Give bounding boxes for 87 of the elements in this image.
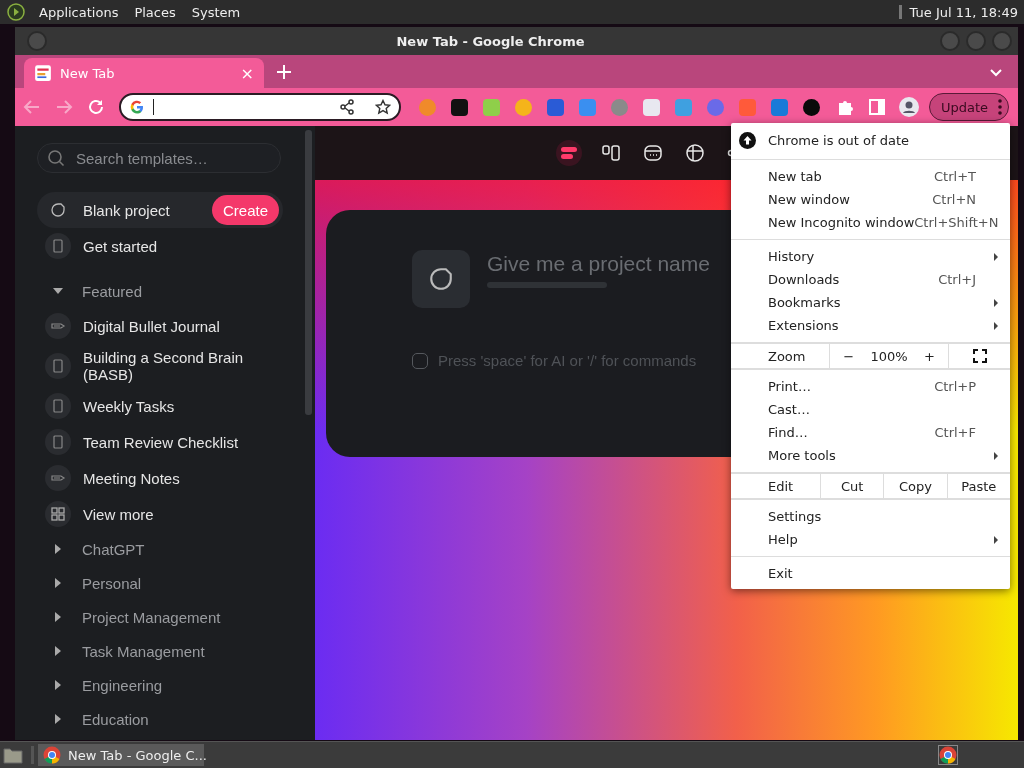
window-title: New Tab - Google Chrome	[395, 33, 586, 49]
share-icon[interactable]	[339, 99, 355, 115]
template-item[interactable]: Weekly Tasks	[37, 388, 283, 424]
section-header[interactable]: Task Management	[37, 634, 283, 668]
sidebar-icon[interactable]	[867, 97, 887, 117]
menu-label: Edit	[767, 477, 795, 496]
zoom-in-button[interactable]: +	[910, 348, 948, 364]
section-header[interactable]: Personal	[37, 566, 283, 600]
menu-item[interactable]: Exit	[731, 562, 1010, 585]
menu-item[interactable]: Cast…	[731, 398, 1010, 421]
calendar-view-icon[interactable]	[643, 143, 663, 163]
extension-icon[interactable]	[451, 98, 468, 116]
section-header[interactable]: Featured	[37, 274, 283, 308]
section-header[interactable]: Project Management	[37, 600, 283, 634]
minimize-button[interactable]	[940, 31, 960, 51]
search-icon	[47, 149, 65, 167]
checkbox[interactable]	[412, 352, 428, 369]
edit-action-button[interactable]: Cut	[820, 474, 884, 498]
upgrade-icon	[739, 131, 756, 149]
table-view-icon[interactable]	[685, 143, 705, 163]
star-icon[interactable]	[375, 99, 391, 115]
icon-picker[interactable]	[412, 250, 470, 308]
extension-icon[interactable]	[803, 98, 820, 116]
taskbar-button[interactable]: New Tab - Google C...	[38, 744, 204, 766]
scrollbar[interactable]	[305, 130, 312, 415]
menu-item[interactable]: Extensions	[731, 314, 1010, 337]
section-header[interactable]: Education	[37, 702, 283, 736]
address-bar[interactable]	[119, 93, 401, 121]
menu-item[interactable]: New Incognito windowCtrl+Shift+N	[731, 211, 1010, 234]
folder-icon[interactable]	[3, 746, 23, 764]
tray-handle	[898, 5, 902, 19]
template-item[interactable]: Building a Second Brain (BASB)	[37, 344, 283, 388]
template-item[interactable]: View more	[37, 496, 283, 532]
document-icon	[50, 358, 66, 374]
clock[interactable]: Tue Jul 11, 18:49	[905, 4, 1024, 20]
text-cursor	[153, 99, 154, 115]
close-button[interactable]	[992, 31, 1012, 51]
page-icon	[34, 64, 52, 82]
maximize-button[interactable]	[966, 31, 986, 51]
zoom-out-button[interactable]: −	[830, 348, 868, 364]
menu-item[interactable]: Print… Ctrl+P	[731, 375, 1010, 398]
menu-item[interactable]: Settings	[731, 505, 1010, 528]
zoom-level: 100%	[869, 348, 909, 364]
chrome-icon[interactable]	[939, 746, 957, 764]
panel-menu[interactable]: System	[183, 4, 249, 20]
section-header[interactable]: Engineering	[37, 668, 283, 702]
menu-label: Zoom	[731, 344, 830, 368]
template-item[interactable]: Meeting Notes	[37, 460, 283, 496]
note-icon	[50, 202, 66, 218]
section-header[interactable]: ChatGPT	[37, 532, 283, 566]
template-item[interactable]: Team Review Checklist	[37, 424, 283, 460]
google-icon	[129, 99, 145, 115]
menu-item[interactable]: New window Ctrl+N	[731, 188, 1010, 211]
template-item[interactable]: Get started	[37, 228, 283, 264]
menu-item[interactable]: Chrome is out of date	[731, 126, 1010, 154]
reload-icon[interactable]	[87, 98, 105, 116]
search-field[interactable]: Search templates…	[37, 143, 281, 173]
board-view-icon[interactable]	[601, 143, 621, 163]
note-icon	[428, 266, 454, 292]
template-item[interactable]: Blank project Create	[37, 192, 283, 228]
update-button[interactable]: Update	[929, 93, 1010, 121]
back-icon[interactable]	[23, 98, 41, 116]
more-icon	[998, 99, 1003, 115]
menu-item[interactable]: Help	[731, 528, 1010, 551]
window-menu-button[interactable]	[27, 31, 47, 51]
document-icon	[50, 434, 66, 450]
document-icon	[50, 398, 66, 414]
panel-menu[interactable]: Applications	[31, 4, 127, 20]
grid-icon	[50, 506, 66, 522]
logo-icon[interactable]	[7, 3, 25, 21]
menu-item[interactable]: Bookmarks	[731, 291, 1010, 314]
menu-item[interactable]: History	[731, 245, 1010, 268]
fullscreen-icon	[972, 349, 987, 363]
document-icon	[50, 238, 66, 254]
tab-title: New Tab	[60, 65, 116, 81]
menu-item[interactable]: More tools	[731, 444, 1010, 467]
create-button[interactable]: Create	[211, 195, 279, 225]
template-item[interactable]: Digital Bullet Journal	[37, 308, 283, 344]
avatar-icon[interactable]	[899, 97, 919, 117]
forward-icon[interactable]	[55, 98, 73, 116]
panel-menu[interactable]: Places	[126, 4, 184, 20]
chrome-icon	[43, 746, 61, 764]
menu-item[interactable]: Downloads Ctrl+J	[731, 268, 1010, 291]
menu-item[interactable]: New tab Ctrl+T	[731, 165, 1010, 188]
edit-action-button[interactable]: Paste	[946, 474, 1010, 498]
edit-action-button[interactable]: Copy	[883, 474, 947, 498]
menu-item[interactable]: Find… Ctrl+F	[731, 421, 1010, 444]
